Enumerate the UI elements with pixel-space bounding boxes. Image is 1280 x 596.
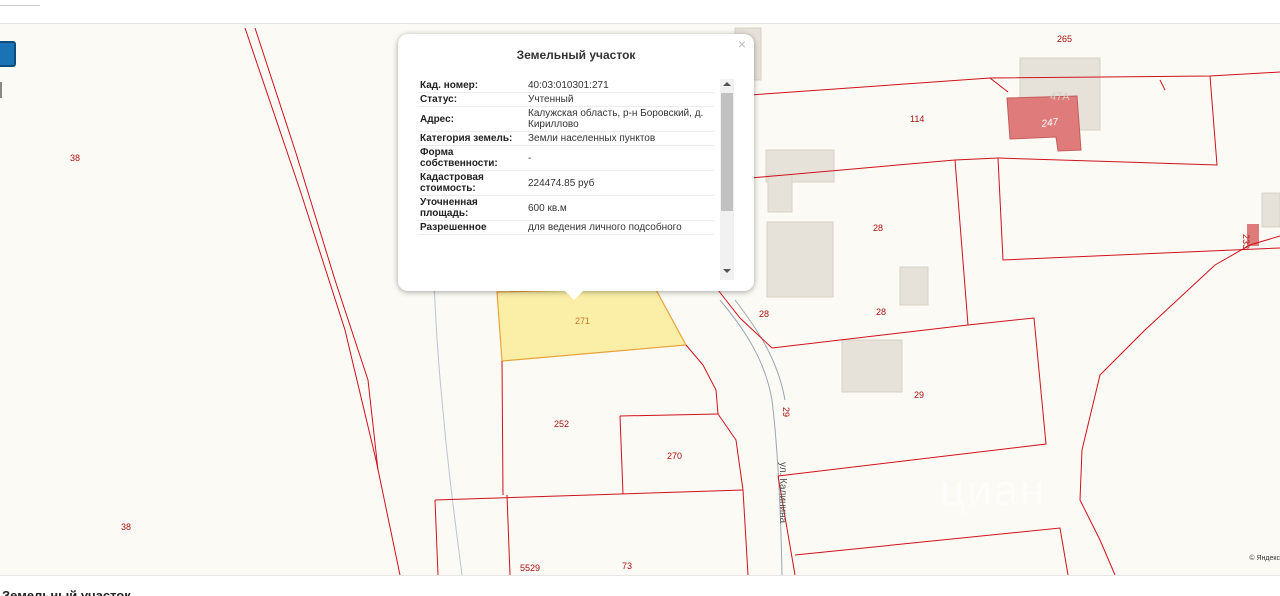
table-row: Кад. номер: 40:03:010301:271 — [418, 79, 714, 93]
detail-key: Разрешенное — [418, 220, 526, 235]
parcel-label-38-top: 38 — [70, 153, 80, 163]
parcel-label-29: 29 — [914, 390, 924, 400]
detail-key: Статус: — [418, 92, 526, 107]
parcel-label-38-bottom: 38 — [121, 522, 131, 532]
detail-value: 40:03:010301:271 — [526, 79, 714, 93]
zoom-control-edge — [0, 82, 2, 98]
detail-key: Кадастровая стоимость: — [418, 170, 526, 196]
detail-key: Категория земель: — [418, 131, 526, 146]
house-number-label: 47А — [1050, 91, 1070, 103]
popup-details-scroll[interactable]: Кад. номер: 40:03:010301:271 Статус: Учтен… — [418, 79, 714, 280]
parcel-label-252: 252 — [554, 419, 569, 429]
detail-value: - — [526, 145, 714, 171]
table-row: Статус: Учтенный — [418, 92, 714, 107]
detail-value: 600 кв.м — [526, 195, 714, 221]
table-row: Уточненная площадь: 600 кв.м — [418, 195, 714, 221]
parcel-label-265: 265 — [1057, 34, 1072, 44]
detail-value: 224474.85 руб — [526, 170, 714, 196]
top-bar — [0, 0, 1280, 24]
popup-title: Земельный участок — [516, 48, 636, 62]
table-row: Кадастровая стоимость: 224474.85 руб — [418, 170, 714, 196]
detail-value: Калужская область, р-н Боровский, д. Кир… — [526, 106, 714, 132]
scroll-down-icon[interactable] — [723, 269, 731, 273]
detail-value: Учтенный — [526, 92, 714, 107]
parcel-label-233: 233 — [1241, 234, 1251, 249]
detail-key: Кад. номер: — [418, 79, 526, 93]
table-row: Форма собственности: - — [418, 145, 714, 171]
parcel-label-29-rotated: 29 — [781, 407, 791, 417]
parcel-label-73: 73 — [622, 561, 632, 571]
detail-key: Адрес: — [418, 106, 526, 132]
detail-value: для ведения личного подсобного — [526, 220, 714, 235]
detail-key: Уточненная площадь: — [418, 195, 526, 221]
parcel-label-28-b: 28 — [876, 307, 886, 317]
parcel-label-28-a: 28 — [873, 223, 883, 233]
parcel-label-28-c: 28 — [759, 309, 769, 319]
top-edge — [0, 0, 40, 6]
map-copyright: © Яндекс — [1249, 555, 1280, 562]
popup-pointer — [563, 289, 585, 300]
parcel-details-table: Кад. номер: 40:03:010301:271 Статус: Учтен… — [418, 79, 714, 235]
table-row: Категория земель: Земли населенных пункто… — [418, 131, 714, 146]
street-label: ул. Калинина — [777, 462, 788, 524]
parcel-label-5529: 5529 — [520, 563, 540, 573]
parcel-info-popup: × Земельный участок Кад. номер: 40:03:010… — [398, 34, 754, 300]
detail-value: Земли населенных пунктов — [526, 131, 714, 146]
scrollbar-thumb[interactable] — [721, 93, 733, 211]
bottom-bar: Земельный участок — [0, 575, 1280, 596]
table-row: Адрес: Калужская область, р-н Боровский, … — [418, 106, 714, 132]
detail-key: Форма собственности: — [418, 145, 526, 171]
scroll-up-icon[interactable] — [723, 82, 731, 86]
table-row: Разрешенное для ведения личного подсобног… — [418, 220, 714, 235]
cian-watermark: циан — [940, 466, 1047, 515]
popup-scrollbar[interactable] — [720, 79, 734, 280]
parcel-label-271: 271 — [575, 316, 590, 326]
parcel-label-270: 270 — [667, 451, 682, 461]
layer-toggle-button[interactable] — [0, 41, 16, 67]
parcel-label-114: 114 — [910, 114, 924, 124]
